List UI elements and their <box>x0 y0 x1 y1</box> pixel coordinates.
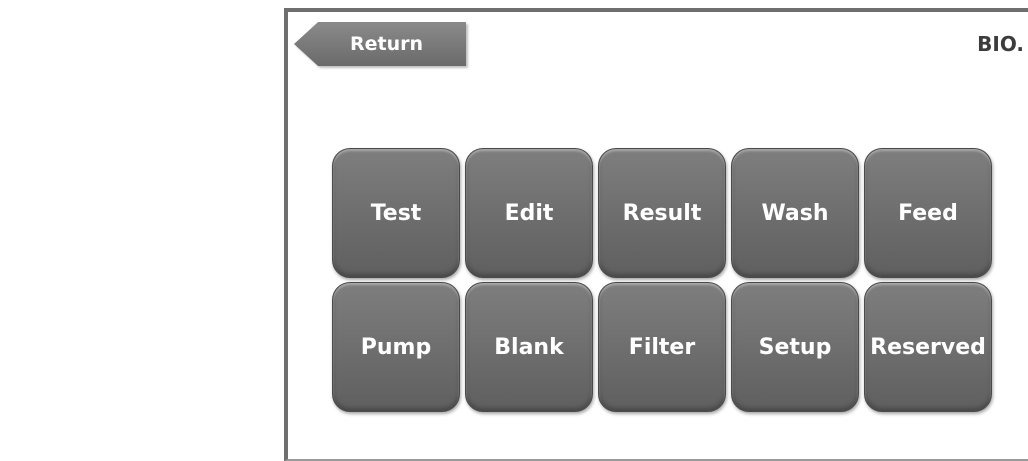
edit-button[interactable]: Edit <box>465 148 593 278</box>
page: Return BIO. Test Edit Result Wash Feed P… <box>0 0 1028 461</box>
main-menu-grid: Test Edit Result Wash Feed Pump Blank Fi… <box>332 148 996 412</box>
result-button[interactable]: Result <box>598 148 726 278</box>
blank-button[interactable]: Blank <box>465 282 593 412</box>
device-screen: Return BIO. Test Edit Result Wash Feed P… <box>284 8 1028 461</box>
filter-button[interactable]: Filter <box>598 282 726 412</box>
brand-label: BIO. <box>977 32 1024 56</box>
return-button[interactable]: Return <box>294 22 466 66</box>
return-button-label: Return <box>350 33 424 55</box>
setup-button[interactable]: Setup <box>731 282 859 412</box>
pump-button[interactable]: Pump <box>332 282 460 412</box>
feed-button[interactable]: Feed <box>864 148 992 278</box>
test-button[interactable]: Test <box>332 148 460 278</box>
wash-button[interactable]: Wash <box>731 148 859 278</box>
reserved-button[interactable]: Reserved <box>864 282 992 412</box>
